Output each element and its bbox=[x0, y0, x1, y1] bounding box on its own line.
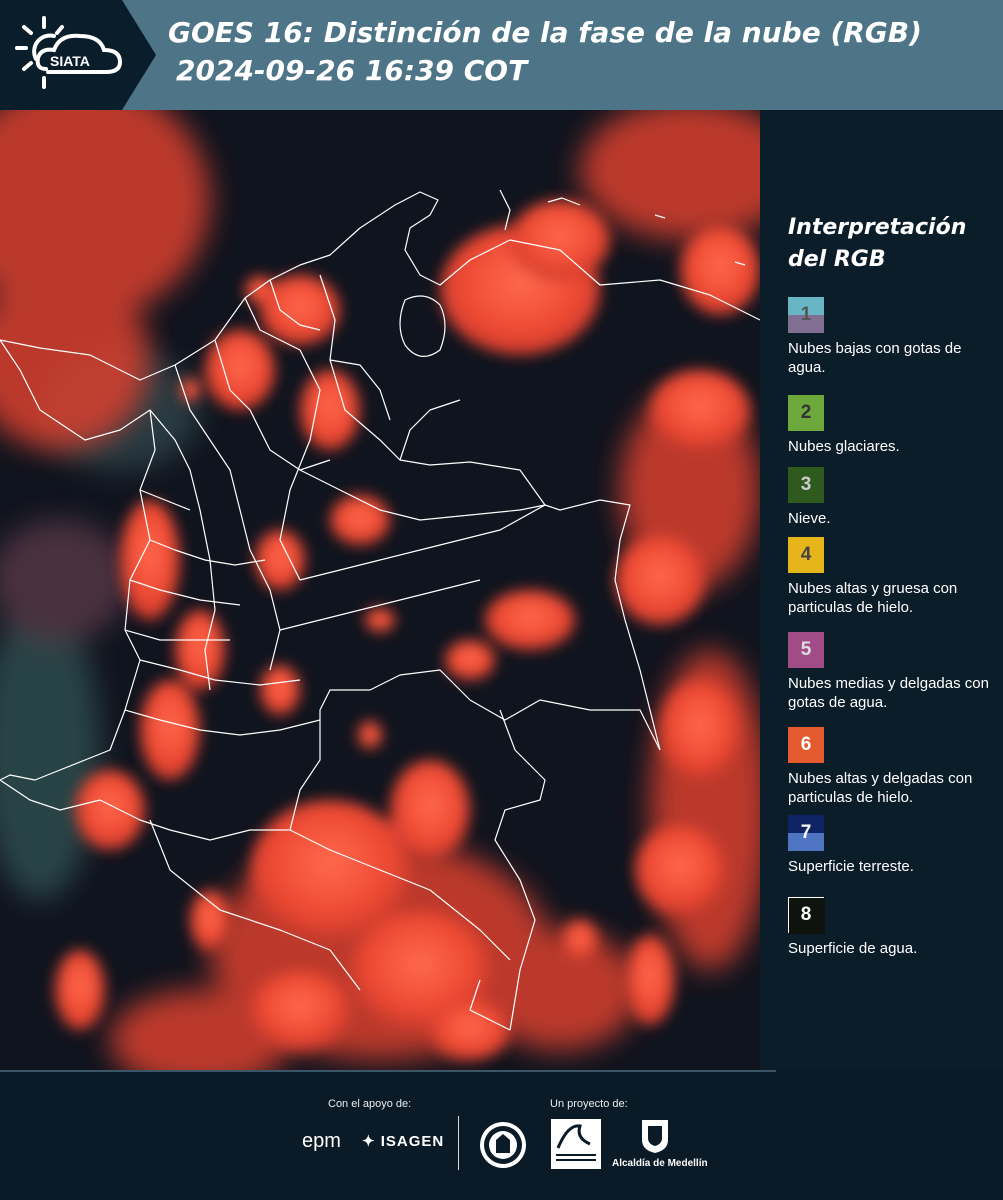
legend-swatch: 5 bbox=[788, 632, 824, 668]
siata-logo: SIATA bbox=[15, 16, 123, 89]
isagen-logo-text: ISAGEN bbox=[380, 1133, 445, 1150]
legend-number: 8 bbox=[800, 904, 812, 925]
legend-swatch: 4 bbox=[788, 537, 824, 573]
legend-item: 6 Nubes altas y delgadas con particulas d… bbox=[788, 727, 998, 807]
legend-item: 7 Superficie terreste. bbox=[788, 815, 998, 876]
legend-number: 2 bbox=[800, 402, 812, 423]
legend-label: Nubes bajas con gotas de agua. bbox=[788, 340, 962, 376]
legend-label: Nubes altas y delgadas con particulas de… bbox=[788, 770, 973, 806]
legend-item: 2 Nubes glaciares. bbox=[788, 395, 998, 456]
header: SIATA GOES 16: Distinción de la fase de … bbox=[0, 0, 1003, 110]
project-label: Un proyecto de: bbox=[550, 1098, 628, 1110]
legend-number: 3 bbox=[800, 474, 812, 495]
legend-label: Superficie de agua. bbox=[788, 940, 918, 957]
legend-swatch: 2 bbox=[788, 395, 824, 431]
title-line-2: 2024-09-26 16:39 COT bbox=[176, 54, 528, 87]
page-title: GOES 16: Distinción de la fase de la nub… bbox=[168, 14, 922, 90]
legend: Interpretación del RGB 1 Nubes bajas con … bbox=[788, 212, 998, 957]
legend-title-line-1: Interpretación bbox=[788, 215, 967, 240]
legend-swatch: 6 bbox=[788, 727, 824, 763]
legend-item: 4 Nubes altas y gruesa con particulas de … bbox=[788, 537, 998, 617]
title-line-1: GOES 16: Distinción de la fase de la nub… bbox=[168, 16, 922, 49]
satellite-image bbox=[0, 110, 760, 1070]
legend-swatch: 7 bbox=[788, 815, 824, 851]
legend-title: Interpretación del RGB bbox=[788, 212, 998, 276]
footer-vertical-divider bbox=[458, 1116, 459, 1170]
legend-label: Nieve. bbox=[788, 510, 831, 527]
alcaldia-logo-text: Alcaldía de Medellín bbox=[612, 1158, 708, 1169]
satellite-map bbox=[0, 110, 760, 1070]
isagen-mark-icon: ✦ bbox=[362, 1133, 376, 1150]
legend-item: 5 Nubes medias y delgadas con gotas de ag… bbox=[788, 632, 998, 712]
legend-item: 8 Superficie de agua. bbox=[788, 897, 998, 958]
legend-swatch: 8 bbox=[788, 897, 825, 934]
footer-divider-line bbox=[0, 1070, 776, 1072]
university-seal-icon bbox=[480, 1122, 526, 1168]
legend-number: 1 bbox=[800, 304, 812, 325]
legend-item: 3 Nieve. bbox=[788, 467, 998, 528]
legend-label: Superficie terreste. bbox=[788, 858, 914, 875]
legend-number: 6 bbox=[800, 734, 812, 755]
support-label: Con el apoyo de: bbox=[328, 1098, 412, 1110]
legend-number: 7 bbox=[800, 822, 812, 843]
alcaldia-shield-icon bbox=[642, 1120, 668, 1153]
legend-number: 4 bbox=[800, 544, 812, 565]
legend-swatch: 1 bbox=[788, 297, 824, 333]
legend-label: Nubes glaciares. bbox=[788, 438, 900, 455]
epm-logo: epm bbox=[302, 1130, 341, 1152]
legend-label: Nubes altas y gruesa con particulas de h… bbox=[788, 580, 958, 616]
legend-swatch: 3 bbox=[788, 467, 824, 503]
footer: Con el apoyo de: Un proyecto de: epm ✦ I… bbox=[0, 1070, 1003, 1200]
siata-logo-text: SIATA bbox=[50, 53, 90, 69]
legend-title-line-2: del RGB bbox=[788, 247, 886, 272]
legend-number: 5 bbox=[800, 639, 812, 660]
area-metropolitana-logo bbox=[551, 1119, 601, 1169]
legend-label: Nubes medias y delgadas con gotas de agu… bbox=[788, 675, 989, 711]
legend-item: 1 Nubes bajas con gotas de agua. bbox=[788, 297, 998, 377]
isagen-logo: ✦ ISAGEN bbox=[362, 1132, 444, 1150]
